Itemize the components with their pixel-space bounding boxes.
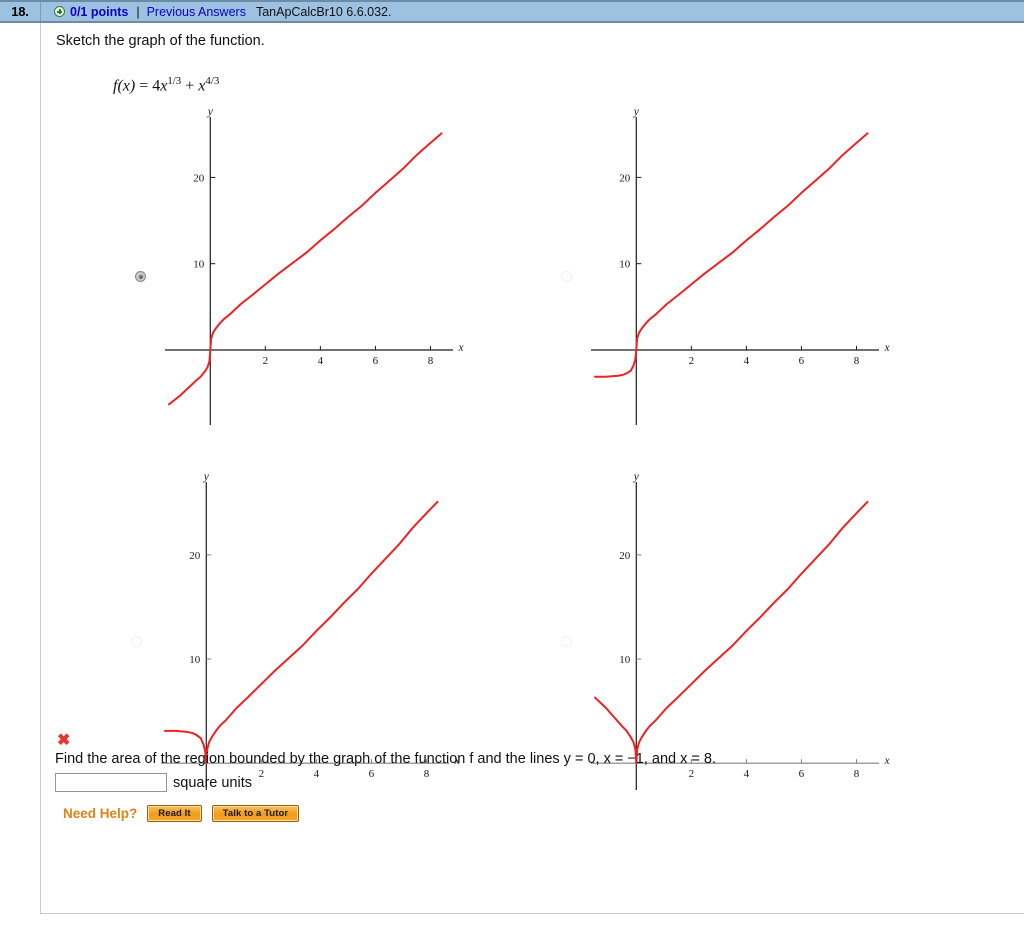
function-formula: f(x) = 4x1/3 + x4/3 (113, 75, 219, 95)
question-body: Sketch the graph of the function. f(x) =… (40, 23, 1024, 914)
x-tick-label: 2 (689, 355, 695, 367)
choice-b-chart: 2 4 6 8 10 20 x y (591, 106, 890, 425)
x-tick-label: 2 (263, 355, 269, 367)
choice-a-radio[interactable] (135, 271, 146, 282)
x-axis-label: x (883, 755, 890, 767)
y-axis-label: y (633, 471, 640, 483)
read-it-button[interactable]: Read It (147, 805, 202, 822)
x-axis-label: x (883, 342, 890, 354)
answer-units-label: square units (173, 774, 252, 791)
formula-term1-exponent: 1/3 (167, 75, 182, 87)
y-tick-label: 10 (619, 654, 631, 666)
header-separator: | (136, 4, 140, 19)
question-header-bar: 18. 0/1 points | Previous Answers TanApC… (0, 0, 1024, 23)
x-tick-label: 8 (428, 355, 434, 367)
choice-c-chart: 2 4 6 81020xy (161, 471, 460, 790)
x-tick-label: 8 (854, 355, 860, 367)
choice-d-radio[interactable] (561, 636, 572, 647)
need-help-row: Need Help? Read It Talk to a Tutor (63, 805, 300, 822)
y-axis-label: y (207, 106, 214, 118)
x-tick-label: 4 (318, 355, 324, 367)
x-tick-label: 2 (259, 768, 265, 780)
x-tick-label: 2 (689, 768, 695, 780)
y-tick-label: 10 (189, 654, 201, 666)
answer-row: square units (55, 773, 252, 792)
x-tick-label: 8 (424, 768, 430, 780)
x-tick-label: 8 (854, 768, 860, 780)
y-tick-label: 20 (619, 172, 631, 184)
y-tick-label: 20 (189, 550, 201, 562)
need-help-label: Need Help? (63, 806, 138, 821)
formula-plus: + (185, 77, 195, 95)
formula-lhs: f(x) (113, 77, 136, 95)
curve-right-branch (635, 132, 869, 351)
x-tick-label: 6 (369, 768, 375, 780)
y-tick-label: 10 (193, 259, 205, 271)
x-axis-label: x (457, 342, 464, 354)
choice-b-radio[interactable] (561, 271, 572, 282)
header-divider (40, 2, 41, 21)
question-number: 18. (11, 4, 29, 19)
formula-term2-exponent: 4/3 (205, 75, 220, 87)
question-page: 18. 0/1 points | Previous Answers TanApC… (0, 0, 1024, 935)
area-answer-input[interactable] (55, 773, 167, 792)
y-tick-label: 10 (619, 259, 631, 271)
choice-b-plot: 2 4 6 8 10 20 x y (587, 103, 897, 438)
talk-to-a-tutor-button[interactable]: Talk to a Tutor (211, 805, 300, 822)
prompt-text: Sketch the graph of the function. (56, 33, 265, 49)
previous-answers-link[interactable]: Previous Answers (147, 5, 246, 19)
x-tick-label: 6 (799, 768, 805, 780)
area-question-text: Find the area of the region bounded by t… (55, 751, 717, 767)
incorrect-mark-icon: ✖ (57, 732, 71, 749)
plus-circle-icon[interactable] (54, 6, 65, 17)
formula-equals: = (139, 77, 149, 95)
choice-d-chart: 2 4 6 8 10 20 x y (591, 471, 890, 790)
curve-right-branch (205, 500, 439, 765)
x-tick-label: 4 (314, 768, 320, 780)
x-tick-label: 4 (744, 355, 750, 367)
choice-b[interactable]: 2 4 6 8 10 20 x y (517, 103, 987, 473)
x-tick-label: 4 (744, 768, 750, 780)
choice-c-radio[interactable] (131, 636, 142, 647)
x-tick-label: 6 (799, 355, 805, 367)
y-axis-label: y (633, 106, 640, 118)
source-code-label: TanApCalcBr10 6.6.032. (255, 4, 392, 19)
points-label: 0/1 points (70, 4, 129, 19)
curve-left-branch (594, 348, 638, 378)
y-tick-label: 20 (193, 172, 205, 184)
header-status-group: 0/1 points | Previous Answers TanApCalcB… (40, 5, 391, 19)
curve-right-branch (635, 500, 869, 765)
choice-a-chart: 2 4 6 8 10 20 x y (165, 106, 464, 425)
choice-a-plot: 2 4 6 8 10 20 x y (161, 103, 471, 438)
y-tick-label: 20 (619, 550, 631, 562)
y-axis-label: y (203, 471, 210, 483)
x-tick-label: 6 (373, 355, 379, 367)
choice-a[interactable]: 2 4 6 8 10 20 x y (91, 103, 561, 473)
choice-d[interactable]: 2 4 6 8 10 20 x y (517, 468, 987, 838)
